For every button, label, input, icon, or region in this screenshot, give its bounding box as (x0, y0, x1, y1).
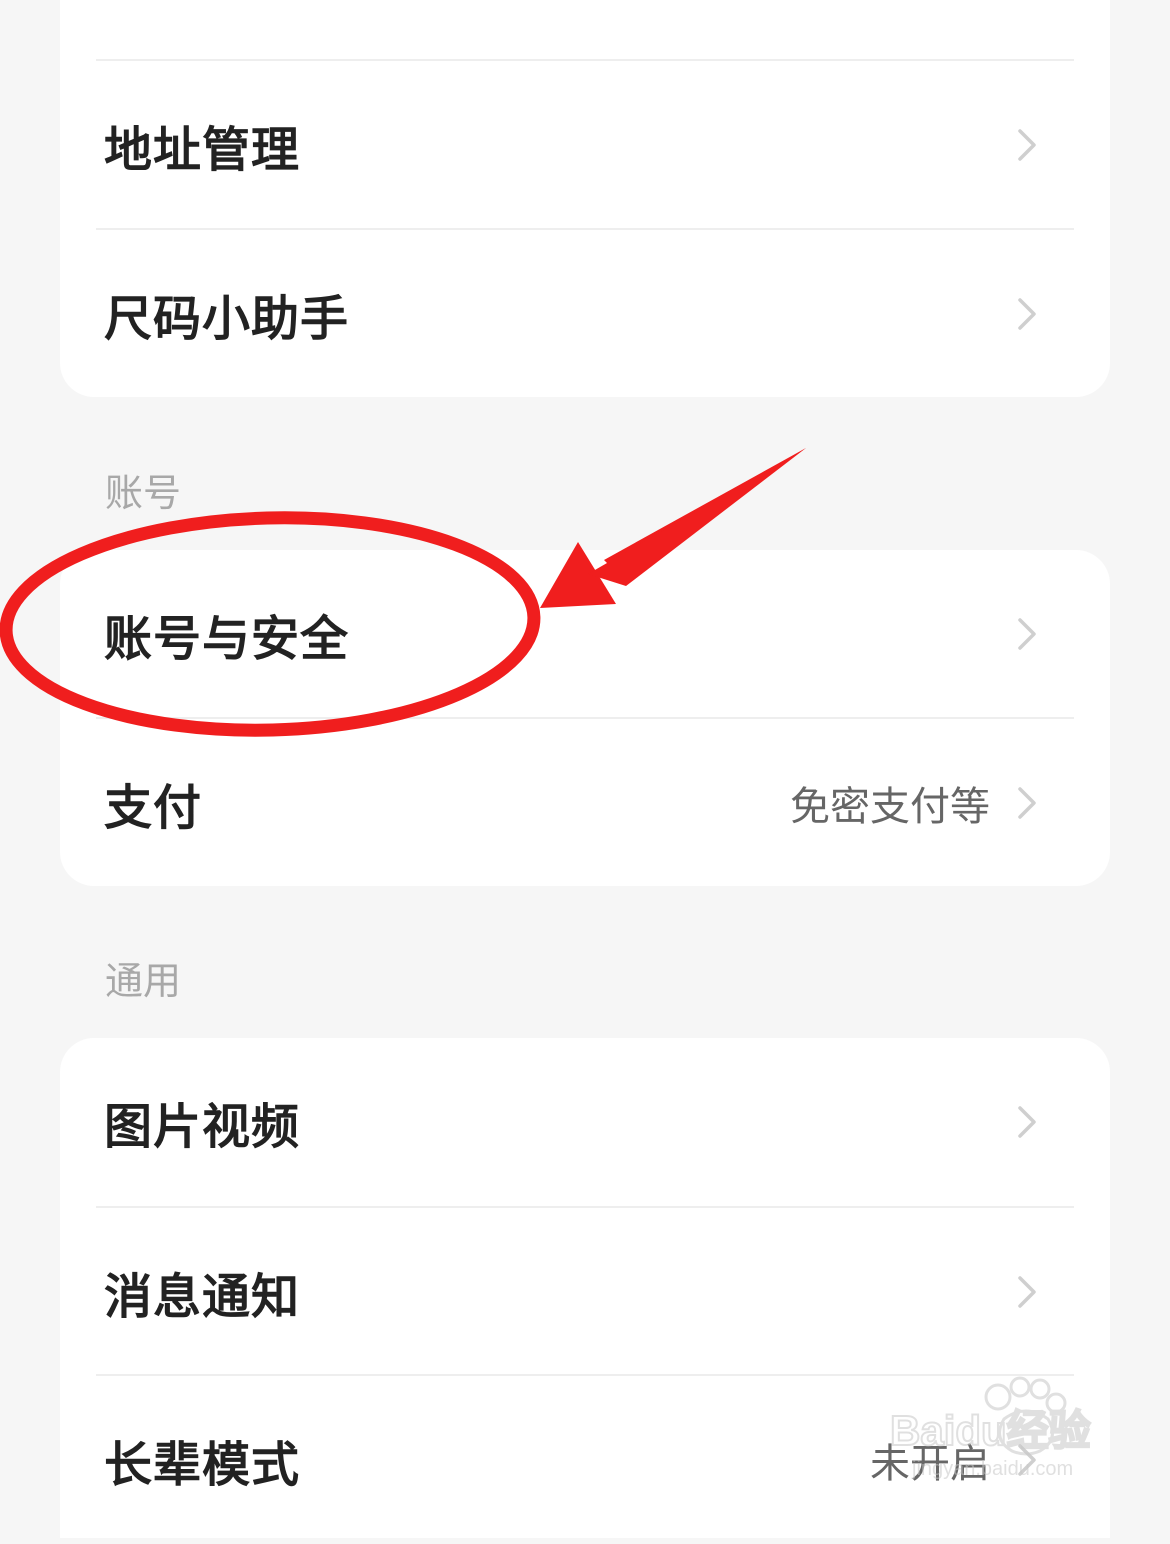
row-images-videos[interactable]: 图片视频 (60, 1038, 1110, 1206)
chevron-right-icon (1018, 787, 1036, 819)
baidu-watermark: Baidu经验 jingyan.baidu.com (889, 1376, 1092, 1480)
settings-card-account: 账号与安全 支付 免密支付等 (60, 550, 1110, 886)
chevron-right-icon (1018, 298, 1036, 330)
row-payment[interactable]: 支付 免密支付等 (60, 719, 1110, 887)
row-message-notifications[interactable]: 消息通知 (60, 1208, 1110, 1376)
chevron-right-icon (1018, 129, 1036, 161)
row-label: 图片视频 (104, 1099, 301, 1155)
row-label: 账号与安全 (104, 611, 350, 667)
section-title-account: 账号 (105, 471, 182, 515)
row-size-assistant[interactable]: 尺码小助手 (60, 230, 1110, 398)
row-label: 尺码小助手 (104, 291, 350, 347)
watermark-url: jingyan.baidu.com (911, 1458, 1073, 1480)
row-label: 消息通知 (104, 1269, 301, 1325)
row-address-management[interactable]: 地址管理 (60, 61, 1110, 229)
chevron-right-icon (1018, 618, 1036, 650)
watermark-brand: Baidu经验 (890, 1407, 1091, 1454)
row-value: 免密支付等 (790, 784, 990, 830)
row-account-security[interactable]: 账号与安全 (60, 550, 1110, 718)
chevron-right-icon (1018, 1276, 1036, 1308)
section-title-general: 通用 (105, 959, 182, 1003)
chevron-right-icon (1018, 1106, 1036, 1138)
settings-card-top: 地址管理 尺码小助手 (60, 0, 1110, 397)
row-label: 长辈模式 (104, 1437, 301, 1493)
row-label: 支付 (104, 780, 203, 836)
row-label: 地址管理 (104, 122, 301, 178)
